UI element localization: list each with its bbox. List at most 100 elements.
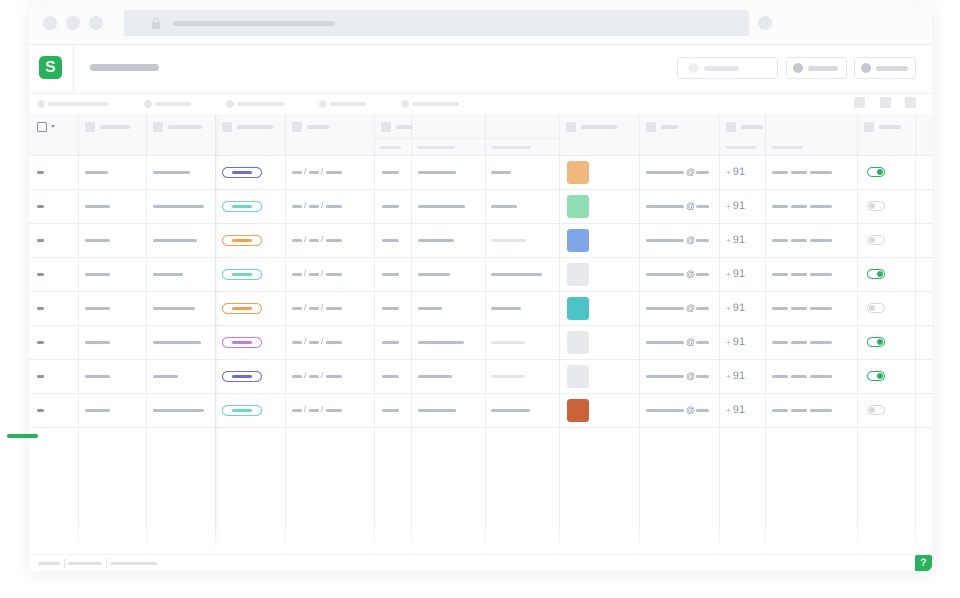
status-pill[interactable] bbox=[222, 405, 262, 416]
window-maximize-dot[interactable] bbox=[89, 16, 103, 30]
logo-divider bbox=[73, 45, 74, 93]
help-icon[interactable]: ? bbox=[915, 555, 932, 571]
phone-code: + 91 bbox=[726, 200, 746, 212]
cell-text bbox=[153, 273, 183, 276]
date-part bbox=[309, 307, 319, 310]
column-header[interactable] bbox=[381, 122, 413, 132]
date-part bbox=[326, 409, 342, 412]
status-footer: ? bbox=[29, 554, 932, 571]
row-number bbox=[37, 375, 44, 378]
date-separator: / bbox=[321, 235, 324, 244]
phone-code: + 91 bbox=[726, 166, 746, 178]
window-minimize-dot[interactable] bbox=[66, 16, 80, 30]
column-header[interactable] bbox=[85, 122, 130, 132]
email-domain bbox=[696, 205, 709, 208]
frozen-column-shadow bbox=[215, 114, 221, 554]
date-part bbox=[309, 341, 319, 344]
subheader-divider bbox=[374, 138, 559, 139]
cell-text bbox=[153, 409, 204, 412]
cell-text bbox=[772, 341, 788, 344]
toggle-switch[interactable] bbox=[867, 201, 885, 211]
email-user bbox=[646, 307, 684, 310]
email-domain bbox=[696, 341, 709, 344]
email-domain bbox=[696, 409, 709, 412]
cell-text bbox=[791, 171, 807, 174]
column-type-icon bbox=[726, 122, 736, 132]
email-at: @ bbox=[686, 201, 696, 211]
column-divider bbox=[146, 114, 147, 554]
chevron-down-icon[interactable] bbox=[51, 125, 55, 128]
header-button-1[interactable] bbox=[677, 57, 778, 79]
column-header-label bbox=[307, 125, 329, 129]
column-header[interactable] bbox=[222, 122, 273, 132]
toolbar-square-button[interactable] bbox=[854, 97, 865, 108]
cell-text bbox=[85, 341, 110, 344]
header-button-2[interactable] bbox=[786, 57, 847, 79]
window-close-dot[interactable] bbox=[43, 16, 57, 30]
cell-text bbox=[153, 307, 195, 310]
status-pill[interactable] bbox=[222, 201, 262, 212]
email-at: @ bbox=[686, 405, 696, 415]
row-number bbox=[37, 341, 44, 344]
date-part bbox=[326, 205, 342, 208]
date-part bbox=[326, 341, 342, 344]
color-swatch[interactable] bbox=[567, 263, 589, 286]
status-pill[interactable] bbox=[222, 371, 262, 382]
row-divider bbox=[29, 155, 932, 156]
cell-text bbox=[772, 307, 788, 310]
column-divider bbox=[374, 114, 375, 554]
color-swatch[interactable] bbox=[567, 331, 589, 354]
button-label bbox=[704, 66, 739, 71]
column-header-label bbox=[237, 125, 273, 129]
cell-text bbox=[418, 239, 454, 242]
status-pill[interactable] bbox=[222, 167, 262, 178]
column-header[interactable] bbox=[153, 122, 202, 132]
toolbar-square-button[interactable] bbox=[905, 97, 916, 108]
cell-text bbox=[491, 341, 525, 344]
cell-text bbox=[418, 409, 456, 412]
cell-text bbox=[791, 307, 807, 310]
toggle-switch[interactable] bbox=[867, 371, 885, 381]
browser-window: S / / @ + 91 / / @ + 91 / / @ + 91 / / @ + 91 / / @ + 91 / / @… bbox=[29, 4, 932, 571]
toggle-switch[interactable] bbox=[867, 337, 885, 347]
color-swatch[interactable] bbox=[567, 229, 589, 252]
status-pill[interactable] bbox=[222, 303, 262, 314]
row-divider bbox=[29, 189, 932, 190]
date-part bbox=[292, 273, 302, 276]
toggle-switch[interactable] bbox=[867, 269, 885, 279]
date-separator: / bbox=[321, 405, 324, 414]
status-pill[interactable] bbox=[222, 337, 262, 348]
toggle-switch[interactable] bbox=[867, 405, 885, 415]
toggle-switch[interactable] bbox=[867, 235, 885, 245]
add-row-button[interactable] bbox=[7, 434, 38, 438]
toggle-switch[interactable] bbox=[867, 303, 885, 313]
column-header[interactable] bbox=[292, 122, 329, 132]
color-swatch[interactable] bbox=[567, 365, 589, 388]
column-header[interactable] bbox=[726, 122, 763, 132]
color-swatch[interactable] bbox=[567, 399, 589, 422]
date-part bbox=[309, 375, 319, 378]
column-header-label bbox=[661, 125, 678, 129]
column-header[interactable] bbox=[566, 122, 617, 132]
column-divider bbox=[915, 114, 916, 554]
header-button-3[interactable] bbox=[854, 57, 916, 79]
email-user bbox=[646, 171, 684, 174]
status-pill[interactable] bbox=[222, 235, 262, 246]
address-bar[interactable] bbox=[124, 10, 749, 36]
color-swatch[interactable] bbox=[567, 195, 589, 218]
browser-menu-icon[interactable] bbox=[758, 16, 772, 30]
checkbox-icon[interactable] bbox=[37, 122, 47, 132]
color-swatch[interactable] bbox=[567, 297, 589, 320]
date-separator: / bbox=[304, 235, 307, 244]
date-part bbox=[326, 171, 342, 174]
column-header[interactable] bbox=[864, 122, 901, 132]
cell-text bbox=[85, 239, 110, 242]
toggle-switch[interactable] bbox=[867, 167, 885, 177]
toolbar-square-button[interactable] bbox=[880, 97, 891, 108]
column-header[interactable] bbox=[646, 122, 678, 132]
button-icon bbox=[861, 63, 871, 73]
color-swatch[interactable] bbox=[567, 161, 589, 184]
date-part bbox=[326, 375, 342, 378]
cell-text bbox=[772, 375, 788, 378]
status-pill[interactable] bbox=[222, 269, 262, 280]
